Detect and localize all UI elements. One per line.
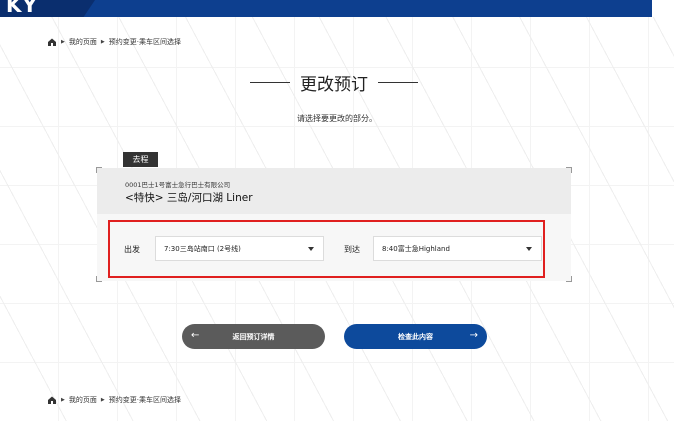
arrival-label: 到达 bbox=[344, 245, 360, 254]
breadcrumb-separator-icon: ▶ bbox=[100, 397, 105, 403]
title-divider bbox=[378, 82, 418, 83]
page-title: 更改预订 bbox=[250, 70, 418, 95]
arrow-left-icon: ← bbox=[191, 330, 200, 341]
back-to-reservation-button[interactable]: ← 返回预订详情 bbox=[182, 324, 325, 349]
breadcrumb: ▶ 我的页面 ▶ 预约变更·乘车区间选择 bbox=[47, 36, 181, 48]
departure-value: 7:30三岛站南口 (2号线) bbox=[164, 244, 241, 253]
check-content-button[interactable]: 检查此内容 → bbox=[344, 324, 487, 349]
departure-label: 出发 bbox=[124, 245, 140, 254]
breadcrumb-separator-icon: ▶ bbox=[61, 397, 65, 403]
trip-card-header: 0001巴士1号富士急行巴士有限公司 <特快> 三岛/河口湖 Liner bbox=[97, 168, 571, 214]
home-icon bbox=[48, 38, 56, 46]
breadcrumb-current: 预约变更·乘车区间选择 bbox=[108, 396, 181, 404]
breadcrumb-separator-icon: ▶ bbox=[100, 39, 105, 45]
route-name: <特快> 三岛/河口湖 Liner bbox=[125, 192, 253, 204]
trip-direction-badge: 去程 bbox=[123, 152, 158, 167]
back-button-label: 返回预订详情 bbox=[232, 332, 275, 341]
card-corner bbox=[566, 276, 572, 282]
breadcrumb-current: 预约变更·乘车区间选择 bbox=[108, 38, 181, 46]
breadcrumb-separator-icon: ▶ bbox=[61, 39, 65, 45]
breadcrumb-home-link[interactable]: 我的页面 bbox=[69, 395, 97, 405]
page-title-text: 更改预订 bbox=[300, 75, 368, 95]
next-button-label: 检查此内容 bbox=[398, 332, 433, 341]
title-divider bbox=[250, 82, 290, 83]
breadcrumb-home-link[interactable]: 我的页面 bbox=[69, 37, 97, 47]
chevron-down-icon bbox=[526, 247, 532, 251]
logo[interactable]: KY bbox=[6, 0, 38, 17]
departure-select[interactable]: 7:30三岛站南口 (2号线) bbox=[155, 236, 324, 261]
home-icon bbox=[48, 396, 56, 404]
chevron-down-icon bbox=[308, 247, 314, 251]
card-corner bbox=[96, 276, 102, 282]
arrival-value: 8:40富士急Highland bbox=[382, 244, 450, 253]
top-navigation-bar: KY bbox=[0, 0, 652, 17]
arrow-right-icon: → bbox=[469, 330, 478, 341]
page-subtitle: 请选择要更改的部分。 bbox=[297, 114, 377, 123]
breadcrumb-footer: ▶ 我的页面 ▶ 预约变更·乘车区间选择 bbox=[47, 394, 181, 406]
arrival-select[interactable]: 8:40富士急Highland bbox=[373, 236, 542, 261]
bus-company: 0001巴士1号富士急行巴士有限公司 bbox=[125, 181, 231, 189]
